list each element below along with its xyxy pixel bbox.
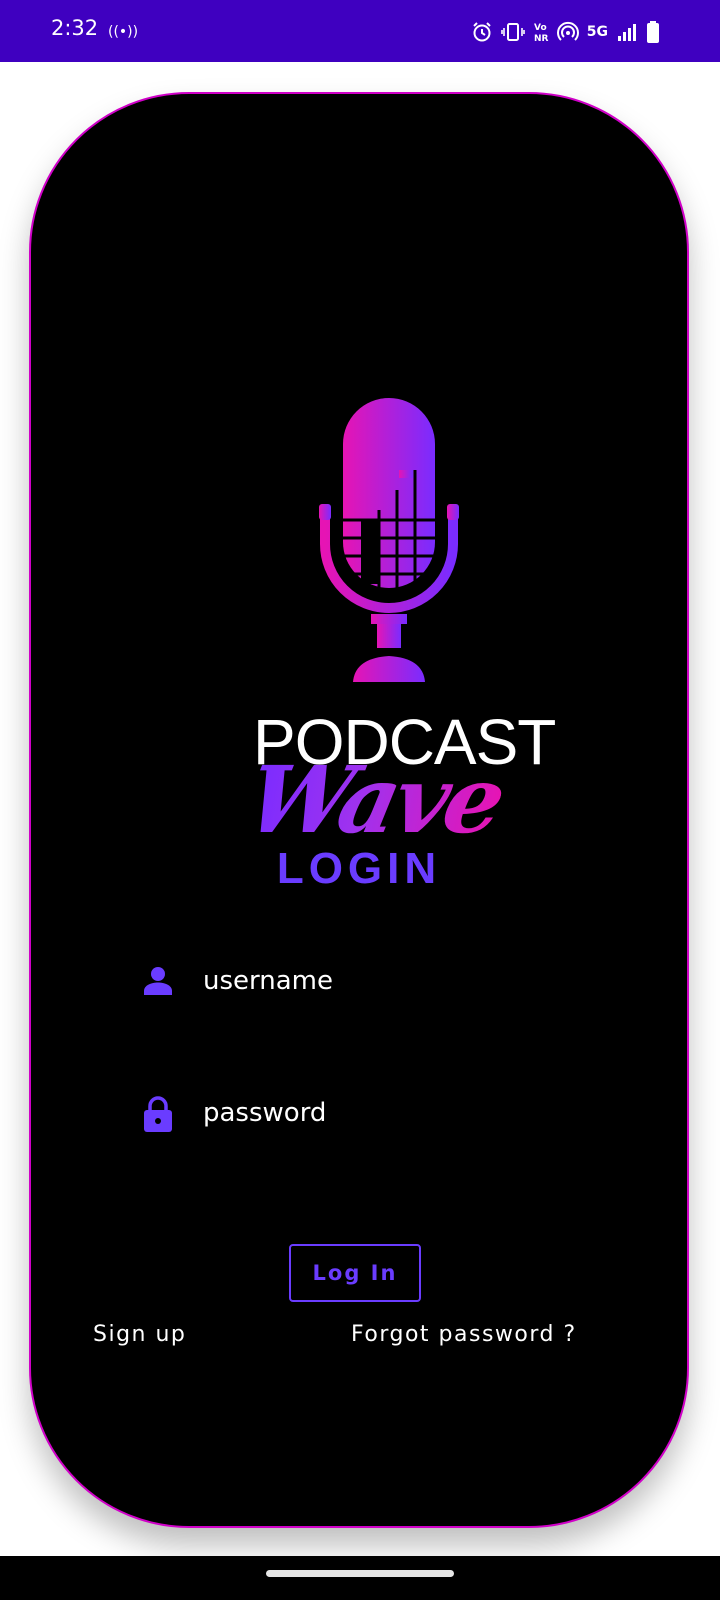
password-field[interactable] [141,1078,581,1148]
app-logo: PODCAST Wave [231,294,556,854]
microphone-icon [319,398,459,682]
vonr-icon: Vo NR [533,21,549,43]
password-input[interactable] [203,1088,563,1138]
status-time: 2:32 [51,16,99,40]
navigation-bar [0,1556,720,1600]
person-icon [141,964,175,998]
username-field[interactable] [141,946,581,1016]
alarm-icon [471,21,493,43]
status-bar: 2:32 ((•)) Vo NR 5G [0,0,720,62]
battery-icon [646,20,660,44]
login-button[interactable]: Log In [289,1244,421,1302]
home-gesture-handle[interactable] [266,1570,454,1577]
svg-text:Vo: Vo [534,23,547,33]
login-title: LOGIN [276,844,442,893]
logo-wave-text: Wave [237,746,512,854]
svg-text:NR: NR [534,34,549,43]
hotspot-icon [556,21,579,43]
lock-icon [141,1096,175,1132]
username-input[interactable] [203,956,563,1006]
signal-icon [616,21,638,43]
login-card: PODCAST Wave LOGIN Log In Sign up Forgot… [29,92,689,1528]
vibrate-icon [500,21,525,43]
hotspot-status-icon: ((•)) [108,24,139,40]
network-type: 5G [586,24,608,40]
forgot-password-link[interactable]: Forgot password ? [351,1322,577,1347]
status-icons: Vo NR 5G [471,18,660,46]
signup-link[interactable]: Sign up [93,1322,186,1347]
